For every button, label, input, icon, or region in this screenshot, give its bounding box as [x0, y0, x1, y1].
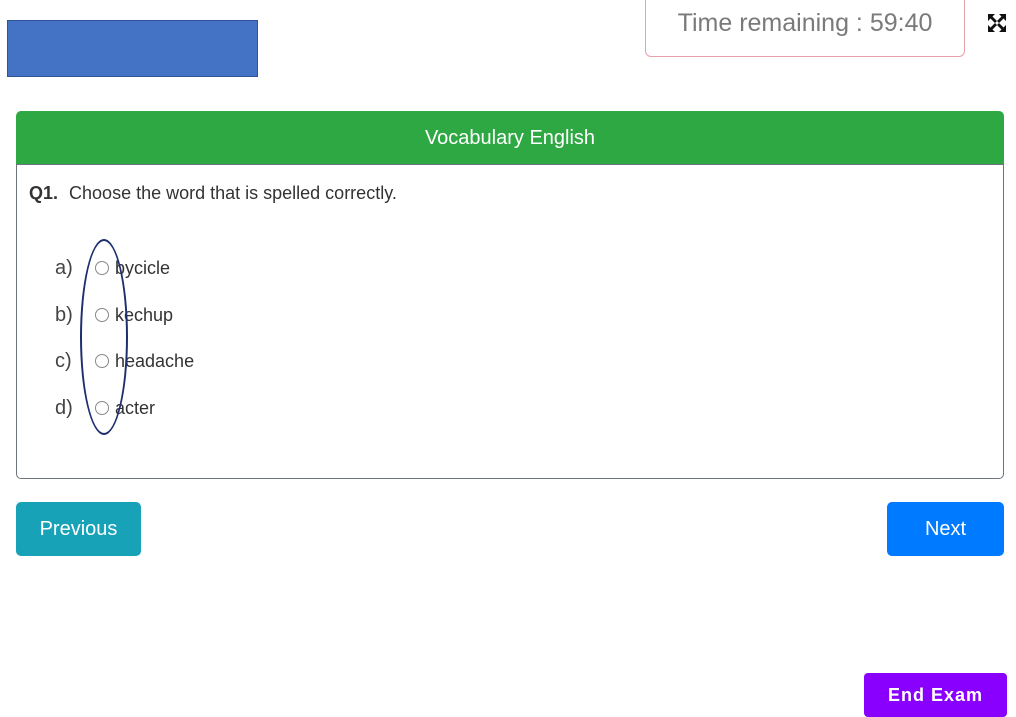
time-remaining: Time remaining : 59:40: [645, 0, 965, 57]
fullscreen-icon[interactable]: [986, 12, 1008, 34]
option-letter: a): [55, 256, 73, 279]
question-number: Q1.: [29, 183, 59, 203]
radio-button[interactable]: [95, 308, 109, 322]
section-title-bar: Vocabulary English: [16, 111, 1004, 165]
option-label[interactable]: acter: [115, 398, 155, 419]
option-b[interactable]: b) kechup: [55, 300, 173, 330]
option-d[interactable]: d) acter: [55, 393, 155, 423]
option-label[interactable]: kechup: [115, 305, 173, 326]
option-a[interactable]: a) bycicle: [55, 253, 170, 283]
radio-button[interactable]: [95, 401, 109, 415]
end-exam-button[interactable]: End Exam: [864, 673, 1007, 717]
radio-button[interactable]: [95, 354, 109, 368]
next-button[interactable]: Next: [887, 502, 1004, 556]
section-title: Vocabulary English: [424, 126, 596, 149]
question-panel: Q1. Choose the word that is spelled corr…: [16, 164, 1004, 479]
option-label[interactable]: bycicle: [115, 258, 170, 279]
option-c[interactable]: c) headache: [55, 346, 194, 376]
option-label[interactable]: headache: [115, 351, 194, 372]
option-letter: b): [55, 303, 73, 326]
question-text: Choose the word that is spelled correctl…: [69, 183, 397, 203]
option-letter: c): [55, 349, 72, 372]
radio-button[interactable]: [95, 261, 109, 275]
logo-placeholder: [7, 20, 258, 77]
time-remaining-text: Time remaining : 59:40: [677, 8, 933, 37]
option-letter: d): [55, 396, 73, 419]
question-text-row: Q1. Choose the word that is spelled corr…: [29, 183, 397, 204]
previous-button[interactable]: Previous: [16, 502, 141, 556]
